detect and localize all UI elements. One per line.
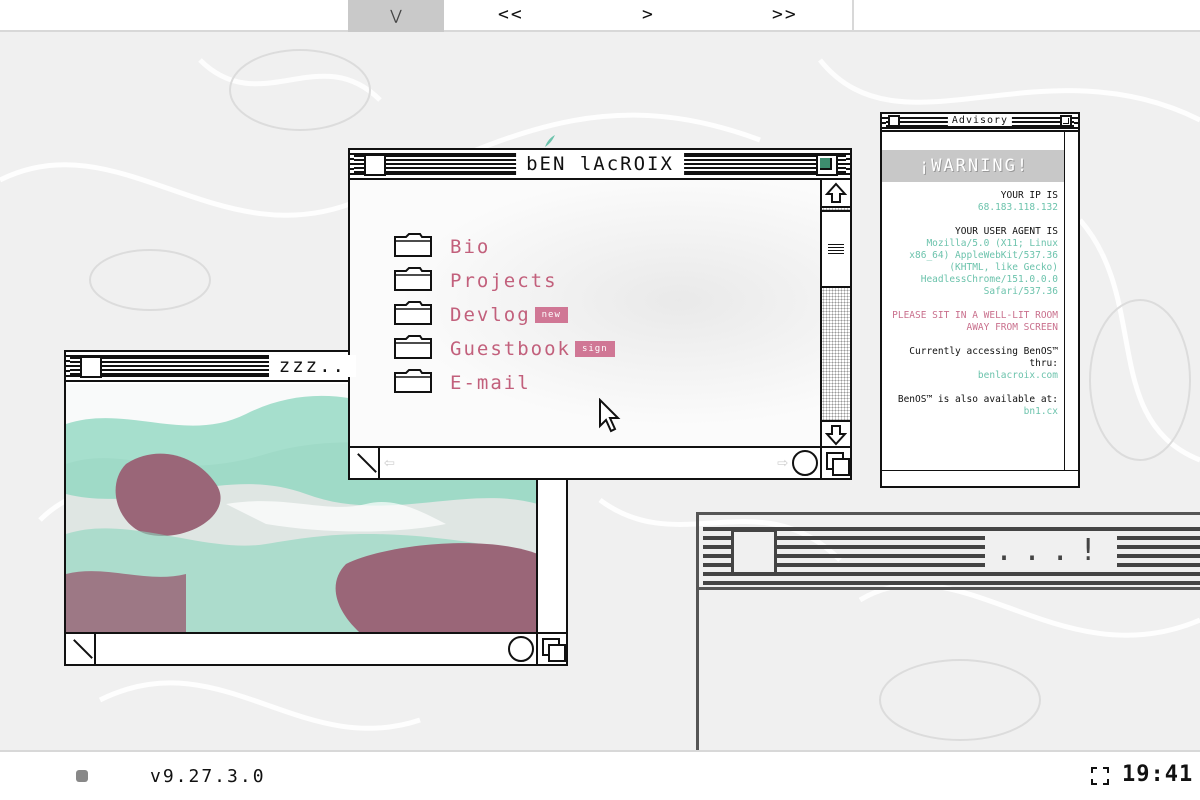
access-link[interactable]: benlacroix.com	[882, 370, 1058, 382]
folder-icon	[394, 233, 450, 261]
top-bar: ⋁ << > >>	[0, 0, 1200, 32]
scroll-left-arrow-icon[interactable]: ⇦	[384, 452, 395, 473]
warning-banner: ¡WARNING!	[882, 150, 1066, 182]
bottom-bar: v9.27.3.0 19:41	[0, 750, 1200, 800]
ip-value: 68.183.118.132	[977, 202, 1058, 213]
partial-window-titlebar[interactable]	[703, 527, 1200, 585]
collapse-handle[interactable]	[350, 448, 380, 478]
advisory-title: Advisory	[947, 115, 1013, 126]
zoom-box[interactable]	[1060, 115, 1072, 127]
divider	[699, 587, 1200, 590]
advisory-titlebar[interactable]: Advisory	[882, 114, 1078, 132]
album-thumbnail[interactable]: ⋁	[348, 0, 444, 32]
folder-item-devlog[interactable]: Devlog new	[394, 298, 615, 332]
folder-label: Devlog	[450, 304, 531, 326]
close-box[interactable]	[80, 356, 102, 378]
zoom-box[interactable]	[816, 154, 838, 176]
badge-sign: sign	[574, 341, 615, 357]
advisory-body: ¡WARNING! YOUR IP IS 68.183.118.132 YOUR…	[882, 132, 1066, 470]
previous-button[interactable]: <<	[498, 4, 524, 25]
play-button[interactable]: >	[642, 4, 655, 25]
vertical-scrollbar[interactable]	[820, 180, 850, 448]
close-box[interactable]	[888, 115, 900, 127]
partial-window-title: ...!	[985, 533, 1118, 568]
close-box[interactable]	[731, 529, 777, 575]
main-window-content: Bio Projects Devlog new Guestbook sign E-mail	[350, 180, 820, 448]
folder-label: E-mail	[450, 372, 531, 394]
lighting-notice: PLEASE SIT IN A WELL-LIT ROOM AWAY FROM …	[892, 310, 1058, 333]
scroll-thumb[interactable]	[822, 210, 850, 288]
user-agent-value: Mozilla/5.0 (X11; Linux x86_64) AppleWeb…	[909, 238, 1058, 297]
chevron-down-icon: ⋁	[390, 8, 402, 24]
also-available-label: BenOS™ is also available at:	[897, 394, 1058, 405]
next-button[interactable]: >>	[772, 4, 798, 25]
folder-icon	[394, 369, 450, 397]
advisory-bottom-bar	[882, 470, 1078, 486]
folder-icon	[394, 335, 450, 363]
resize-handle[interactable]	[536, 634, 566, 664]
folder-list: Bio Projects Devlog new Guestbook sign E-mail	[394, 230, 615, 400]
collapse-handle[interactable]	[66, 634, 96, 664]
also-available-link[interactable]: bn1.cx	[882, 406, 1058, 418]
status-dot-icon[interactable]	[76, 770, 88, 782]
badge-new: new	[534, 307, 568, 323]
scroll-right-arrow-icon[interactable]: ⇨	[777, 452, 788, 473]
folder-item-guestbook[interactable]: Guestbook sign	[394, 332, 615, 366]
access-label: Currently accessing BenOS™ thru:	[909, 346, 1058, 369]
circle-button[interactable]	[508, 636, 534, 662]
main-window-bottom-bar: ⇦ ⇨	[350, 446, 850, 478]
folder-item-bio[interactable]: Bio	[394, 230, 615, 264]
close-box[interactable]	[364, 154, 386, 176]
image-window-bottom-bar	[66, 632, 566, 664]
folder-label: Guestbook	[450, 338, 571, 360]
divider	[852, 0, 854, 32]
ip-label: YOUR IP IS	[1000, 190, 1058, 201]
circle-button[interactable]	[792, 450, 818, 476]
feather-icon	[545, 135, 555, 147]
folder-label: Projects	[450, 270, 558, 292]
user-agent-label: YOUR USER AGENT IS	[955, 226, 1058, 237]
resize-handle[interactable]	[820, 448, 850, 478]
folder-item-projects[interactable]: Projects	[394, 264, 615, 298]
advisory-window[interactable]: Advisory ¡WARNING! YOUR IP IS 68.183.118…	[880, 112, 1080, 488]
scroll-down-arrow-icon[interactable]	[822, 420, 850, 448]
clock: 19:41	[1122, 762, 1194, 787]
folder-item-e-mail[interactable]: E-mail	[394, 366, 615, 400]
folder-icon	[394, 267, 450, 295]
folder-label: Bio	[450, 236, 491, 258]
image-window-title: zzz..	[268, 355, 356, 377]
main-window-title: bEN lAcROIX	[516, 153, 684, 175]
main-window-titlebar[interactable]: bEN lAcROIX	[350, 150, 850, 180]
advisory-scrollbar[interactable]	[1064, 132, 1078, 470]
folder-icon	[394, 301, 450, 329]
scroll-up-arrow-icon[interactable]	[822, 180, 850, 208]
version-label: v9.27.3.0	[150, 766, 266, 787]
mouse-cursor-icon	[599, 398, 621, 433]
fullscreen-icon[interactable]	[1090, 766, 1110, 786]
